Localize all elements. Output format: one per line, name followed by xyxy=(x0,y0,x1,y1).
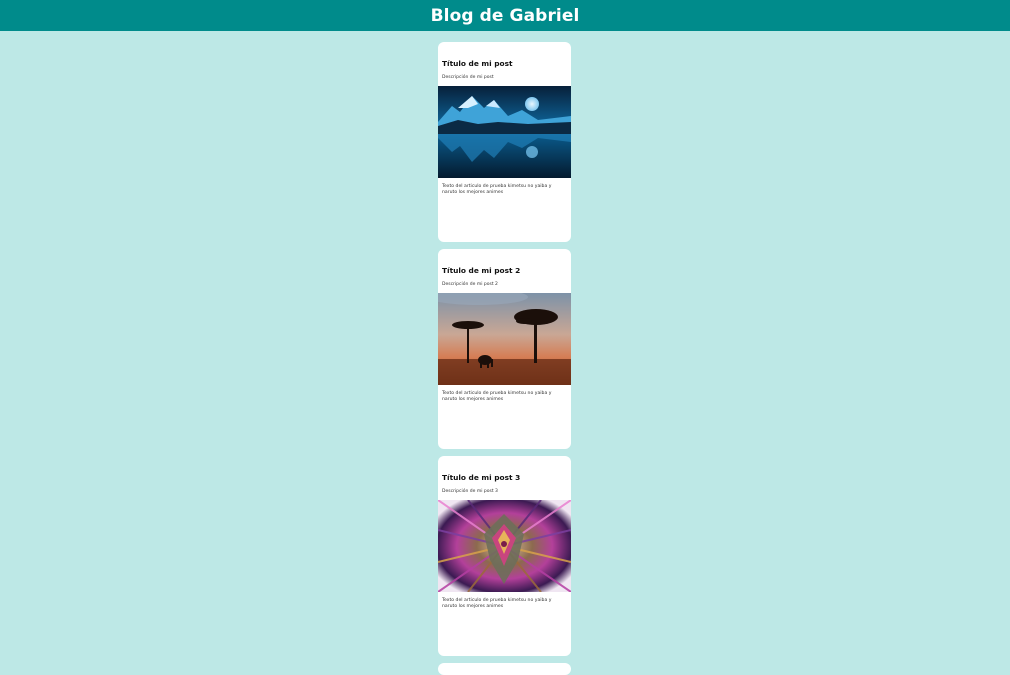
post-text: Texto del articulo de prueba kimetsu no … xyxy=(442,391,552,402)
site-title: Blog de Gabriel xyxy=(430,5,580,26)
post-description: Descripción de mi post 2 xyxy=(442,282,498,287)
post-title[interactable]: Título de mi post 2 xyxy=(442,266,520,275)
post-text: Texto del articulo de prueba kimetsu no … xyxy=(442,598,552,609)
fractal-pattern-image xyxy=(438,500,571,592)
post-description: Descripción de mi post xyxy=(442,75,494,80)
post-card[interactable]: Título de mi post 2 Descripción de mi po… xyxy=(438,249,571,449)
post-description: Descripción de mi post 3 xyxy=(442,489,498,494)
site-header: Blog de Gabriel xyxy=(0,0,1010,31)
post-card[interactable]: Título de mi post Descripción de mi post xyxy=(438,42,571,242)
post-title[interactable]: Título de mi post xyxy=(442,59,513,68)
post-text: Texto del articulo de prueba kimetsu no … xyxy=(442,184,552,195)
post-title[interactable]: Título de mi post 3 xyxy=(442,473,520,482)
savanna-sunset-image xyxy=(438,293,571,385)
posts-feed: Título de mi post Descripción de mi post xyxy=(438,42,571,675)
night-lake-moon-image xyxy=(438,86,571,178)
post-card-partial[interactable] xyxy=(438,663,571,675)
post-card[interactable]: Título de mi post 3 Descripción de mi po… xyxy=(438,456,571,656)
